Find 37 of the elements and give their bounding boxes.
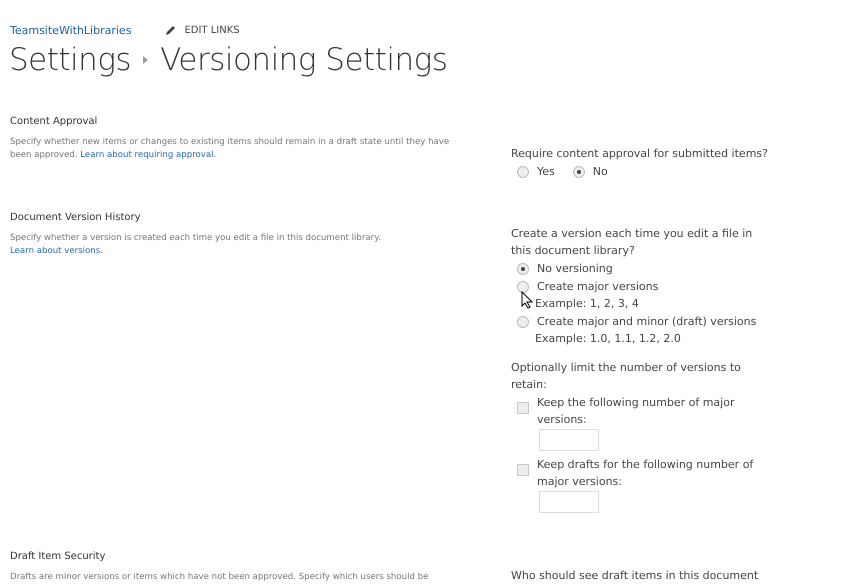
section-title: Content Approval (10, 116, 98, 127)
example-text: Example: 1, 2, 3, 4 (535, 296, 639, 312)
radio-option[interactable]: No versioning (517, 260, 773, 277)
section-description: Drafts are minor versions or items which have not been approved. Specify which users should be (10, 571, 430, 584)
checkbox[interactable] (517, 402, 529, 414)
pencil-icon (165, 24, 176, 36)
breadcrumb-link[interactable]: Settings (9, 42, 132, 78)
learn-more-link[interactable]: Learn about versions. (10, 246, 103, 256)
radio-button[interactable] (517, 263, 529, 275)
question-text: Create a version each time you edit a file in this document library? (511, 226, 754, 259)
learn-more-link[interactable]: Learn about requiring approval. (80, 150, 216, 160)
chevron-icon (143, 56, 148, 64)
radio-option[interactable]: Create major versions (517, 278, 773, 295)
pointer-icon (521, 291, 533, 309)
example-text: Example: 1.0, 1.1, 1.2, 2.0 (535, 331, 681, 347)
number-field[interactable] (539, 491, 599, 513)
radio-button[interactable] (572, 166, 585, 178)
section-title: Document Version History (10, 212, 142, 223)
radio-option[interactable]: Create major and minor (draft) versions (517, 313, 773, 330)
section-title: Draft Item Security (10, 551, 106, 562)
question-text: Who should see draft items in this document (511, 568, 760, 584)
question-text: Require content approval for submitted items? (511, 146, 769, 162)
page-title: Versioning Settings (160, 42, 448, 78)
radio-button[interactable] (517, 166, 529, 178)
section-description: Specify whether new items or changes to existing items should remain in a draft state until they have been approved. Learn about requiring approval. (10, 136, 450, 162)
radio-option[interactable]: Yes (517, 163, 555, 180)
number-field[interactable] (539, 429, 599, 451)
radio-button[interactable] (517, 316, 529, 328)
question-text: Optionally limit the number of versions to retain: (511, 360, 742, 393)
checkbox-option[interactable]: Keep drafts for the following number of major versions: (517, 456, 773, 490)
checkbox-option[interactable]: Keep the following number of major versions: (517, 394, 773, 428)
site-link[interactable]: TeamsiteWithLibraries (10, 24, 132, 36)
section-description: Specify whether a version is created each time you edit a file in this document library. Learn about versions. (10, 232, 382, 258)
edit-links-button[interactable]: EDIT LINKS (165, 24, 240, 36)
checkbox[interactable] (517, 464, 529, 476)
radio-option[interactable]: No (572, 163, 608, 180)
radio-button[interactable] (517, 281, 529, 293)
